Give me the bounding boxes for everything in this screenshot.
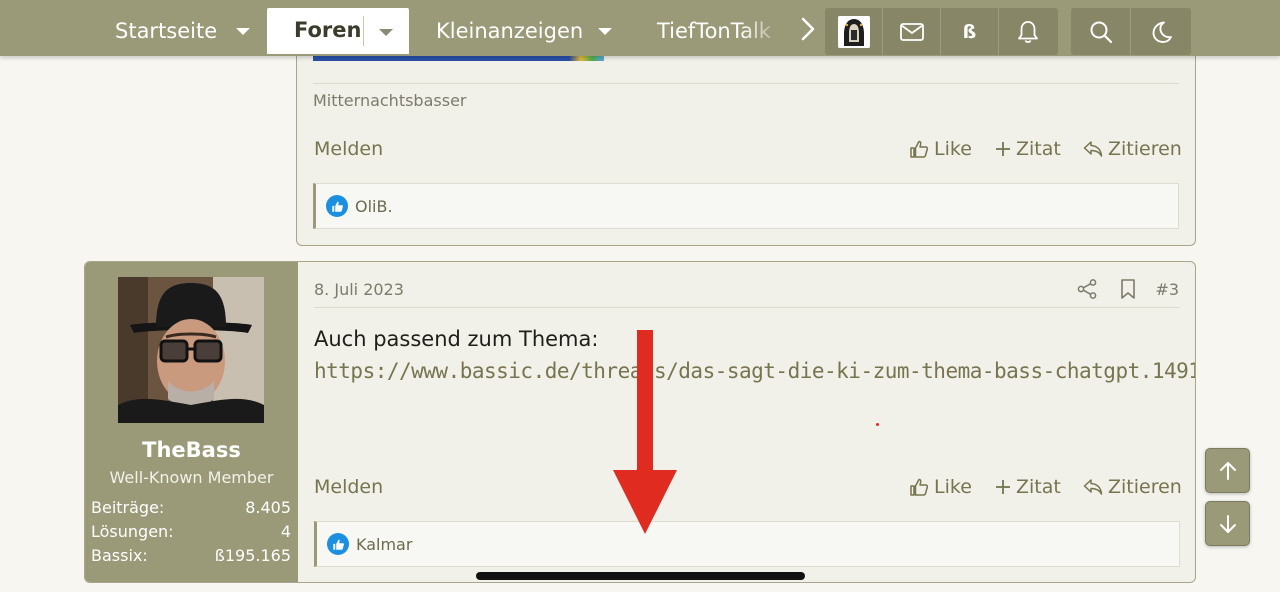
like-reaction-icon bbox=[327, 533, 349, 555]
stray-dot bbox=[876, 423, 879, 426]
post-number[interactable]: #3 bbox=[1155, 280, 1179, 299]
post-mitternachtsbasser: Mitternachtsbasser Melden Like Zitat Zit… bbox=[296, 40, 1196, 246]
user-panel-pointer bbox=[298, 292, 309, 314]
like-label: Like bbox=[934, 138, 972, 160]
avatar-photo-icon bbox=[118, 277, 264, 423]
nav-kleinanzeigen[interactable]: Kleinanzeigen bbox=[436, 8, 583, 54]
arrow-up-icon bbox=[1219, 461, 1236, 480]
red-arrow-annotation-icon bbox=[613, 330, 677, 534]
nav-startseite-dropdown-icon[interactable] bbox=[236, 28, 250, 35]
thumbs-up-icon bbox=[910, 140, 929, 158]
like-reaction-icon bbox=[326, 195, 348, 217]
report-link[interactable]: Melden bbox=[314, 138, 383, 160]
search-button[interactable] bbox=[1071, 8, 1131, 55]
divider bbox=[363, 16, 364, 46]
user-nav-group: ß bbox=[825, 8, 1058, 55]
reaction-users-link[interactable]: Kalmar bbox=[356, 535, 412, 554]
reply-button[interactable]: Zitieren bbox=[1083, 476, 1182, 498]
nav-foren-label: Foren bbox=[294, 18, 362, 42]
reply-label: Zitieren bbox=[1108, 476, 1182, 498]
post-message: Auch passend zum Thema: bbox=[314, 327, 599, 351]
nav-foren[interactable]: Foren bbox=[267, 8, 409, 54]
user-avatar[interactable] bbox=[118, 277, 264, 423]
reply-icon bbox=[1083, 479, 1103, 495]
thumbs-up-icon bbox=[910, 478, 929, 496]
user-avatar bbox=[837, 15, 870, 48]
user-info-panel: TheBass Well-Known Member Beiträge: 8.40… bbox=[85, 262, 298, 582]
avatar-image-icon bbox=[837, 15, 870, 48]
moon-icon bbox=[1152, 21, 1172, 43]
like-button[interactable]: Like bbox=[909, 476, 972, 498]
chevron-right-icon[interactable] bbox=[798, 14, 820, 44]
like-label: Like bbox=[934, 476, 972, 498]
inbox-button[interactable] bbox=[883, 8, 941, 55]
like-button[interactable]: Like bbox=[909, 138, 972, 160]
bell-icon bbox=[1018, 20, 1038, 43]
plus-icon bbox=[996, 480, 1010, 494]
bassix-button[interactable]: ß bbox=[941, 8, 999, 55]
username[interactable]: TheBass bbox=[85, 438, 298, 462]
user-title: Well-Known Member bbox=[109, 468, 274, 487]
share-icon[interactable] bbox=[1076, 278, 1098, 300]
report-link[interactable]: Melden bbox=[314, 476, 383, 498]
multiquote-button[interactable]: Zitat bbox=[995, 476, 1061, 498]
alerts-button[interactable] bbox=[999, 8, 1057, 55]
reply-icon bbox=[1083, 141, 1103, 157]
top-navigation: Startseite Foren Kleinanzeigen TiefTonTa… bbox=[0, 0, 1280, 56]
post-date[interactable]: 8. Juli 2023 bbox=[314, 280, 404, 299]
arrow-down-icon bbox=[1219, 514, 1236, 533]
stat-bassix: Bassix: ß195.165 bbox=[91, 546, 291, 565]
account-button[interactable] bbox=[825, 8, 883, 55]
reply-button[interactable]: Zitieren bbox=[1083, 138, 1182, 160]
plus-icon bbox=[996, 142, 1010, 156]
quote-label: Zitat bbox=[1016, 138, 1061, 160]
tools-nav-group bbox=[1071, 8, 1191, 55]
multiquote-button[interactable]: Zitat bbox=[995, 138, 1061, 160]
divider bbox=[313, 83, 1179, 84]
nav-startseite[interactable]: Startseite bbox=[115, 8, 217, 54]
reaction-users-link[interactable]: OliB. bbox=[355, 197, 393, 216]
post-link[interactable]: https://www.bassic.de/threads/das-sagt-d… bbox=[314, 359, 1195, 383]
quote-label: Zitat bbox=[1016, 476, 1061, 498]
reactions-bar[interactable]: Kalmar bbox=[314, 521, 1180, 567]
stat-posts: Beiträge: 8.405 bbox=[91, 498, 291, 517]
bassix-icon: ß bbox=[962, 20, 977, 43]
nav-kleinanzeigen-dropdown-icon[interactable] bbox=[598, 28, 612, 35]
scroll-to-bottom-button[interactable] bbox=[1205, 501, 1250, 546]
divider bbox=[314, 307, 1180, 308]
nav-fade bbox=[740, 8, 800, 54]
signature-image bbox=[313, 56, 604, 61]
bookmark-icon[interactable] bbox=[1117, 278, 1139, 300]
home-indicator bbox=[476, 572, 805, 580]
reactions-bar[interactable]: OliB. bbox=[313, 183, 1179, 229]
theme-toggle-button[interactable] bbox=[1131, 8, 1191, 55]
search-icon bbox=[1090, 21, 1112, 43]
mail-icon bbox=[899, 22, 924, 41]
stat-solutions: Lösungen: 4 bbox=[91, 522, 291, 541]
reply-label: Zitieren bbox=[1108, 138, 1182, 160]
scroll-to-top-button[interactable] bbox=[1205, 448, 1250, 493]
nav-foren-dropdown-icon[interactable] bbox=[379, 29, 393, 36]
post-signature: Mitternachtsbasser bbox=[313, 91, 467, 110]
